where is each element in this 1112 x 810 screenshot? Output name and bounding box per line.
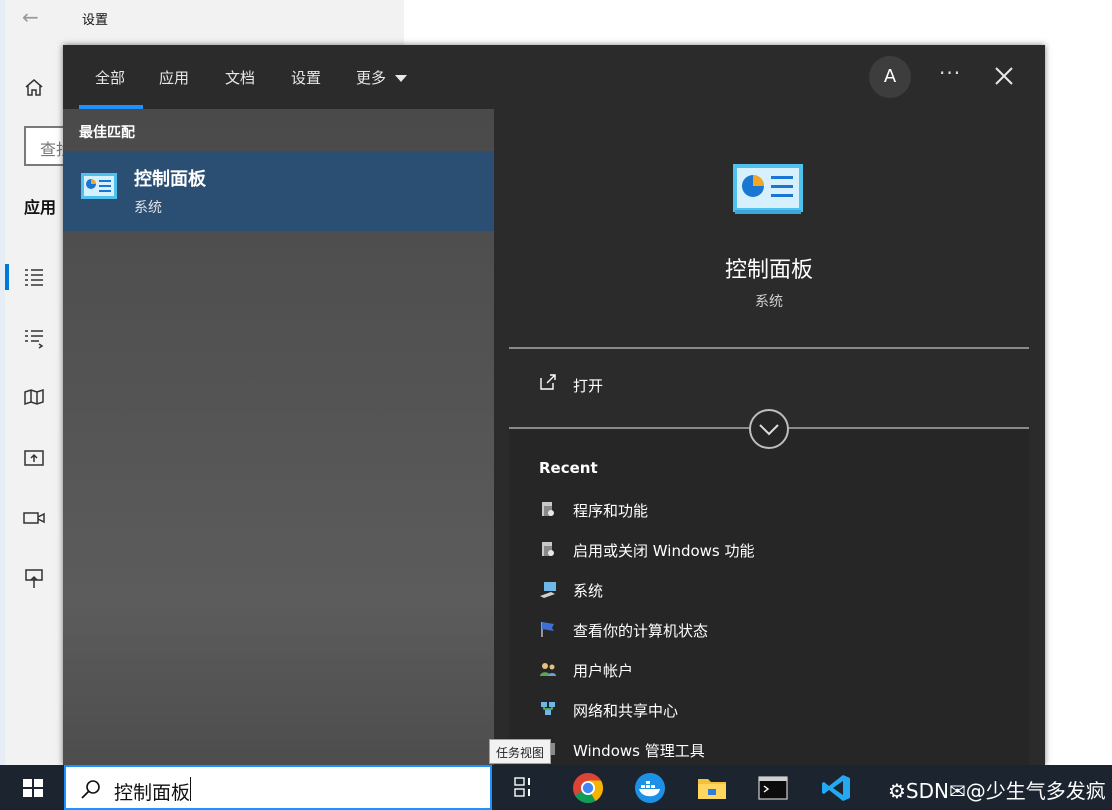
video-playback-icon[interactable] — [22, 506, 46, 530]
recent-item[interactable]: 启用或关闭 Windows 功能 — [539, 538, 1019, 562]
search-icon — [81, 780, 100, 799]
search-tab-bar: 全部 应用 文档 设置 更多 A ··· — [63, 45, 1045, 109]
best-match-heading: 最佳匹配 — [79, 125, 135, 141]
recent-item-label: 查看你的计算机状态 — [573, 622, 709, 640]
offline-maps-icon[interactable] — [22, 386, 46, 410]
tab-apps[interactable]: 应用 — [159, 67, 189, 88]
startup-icon[interactable] — [22, 566, 46, 590]
chrome-icon — [573, 773, 604, 804]
tab-documents[interactable]: 文档 — [225, 67, 255, 88]
task-view-tooltip: 任务视图 — [489, 739, 552, 764]
search-panel: 全部 应用 文档 设置 更多 A ··· 最佳匹配 控制面板 系统 控制面板 系… — [63, 45, 1045, 765]
recent-item[interactable]: 查看你的计算机状态 — [539, 618, 1019, 642]
recent-item[interactable]: 程序和功能 — [539, 498, 1019, 522]
detail-category: 系统 — [755, 294, 783, 310]
settings-section-title: 应用 — [24, 198, 57, 217]
chevron-down-icon — [394, 74, 407, 82]
programs-icon — [542, 502, 554, 516]
back-arrow-icon[interactable]: ← — [22, 5, 39, 29]
file-explorer-taskbar-button[interactable] — [682, 765, 742, 810]
recent-item[interactable]: 系统 — [539, 578, 1019, 602]
window-edge — [0, 0, 5, 765]
detail-title: 控制面板 — [724, 258, 813, 283]
expand-button[interactable] — [749, 409, 789, 449]
tab-more-label: 更多 — [356, 69, 387, 87]
settings-title: 设置 — [82, 13, 109, 28]
recent-item-label: 用户帐户 — [573, 662, 634, 680]
open-external-icon — [540, 374, 556, 390]
recent-item[interactable]: 网络和共享中心 — [539, 698, 1019, 722]
tray-watermark-text: ⚙SDN✉@少生气多发疯 — [888, 779, 1106, 803]
close-icon[interactable] — [991, 63, 1017, 89]
chrome-taskbar-button[interactable] — [558, 765, 618, 810]
task-view-button[interactable] — [494, 765, 554, 810]
docker-taskbar-button[interactable] — [620, 765, 680, 810]
open-label: 打开 — [573, 377, 604, 395]
terminal-icon — [758, 776, 788, 800]
recent-heading: Recent — [539, 459, 598, 477]
recent-item-label: 系统 — [573, 582, 604, 600]
system-icon — [540, 582, 556, 598]
recent-item-label: 网络和共享中心 — [573, 702, 679, 720]
vscode-taskbar-button[interactable] — [806, 765, 866, 810]
search-query: 控制面板 — [114, 782, 191, 804]
recent-item[interactable]: 用户帐户 — [539, 658, 1019, 682]
network-icon — [541, 702, 555, 715]
taskbar-search-input[interactable]: 控制面板 — [64, 765, 492, 810]
apps-for-websites-icon[interactable] — [22, 446, 46, 470]
control-panel-icon — [81, 173, 117, 199]
taskbar: 控制面板 ⚙SDN✉@少生气多发疯 — [0, 765, 1112, 810]
best-match-item[interactable]: 控制面板 系统 — [63, 151, 494, 231]
folder-icon — [698, 779, 726, 799]
recent-item-label: Windows 管理工具 — [573, 742, 705, 760]
recent-item-label: 程序和功能 — [573, 502, 649, 520]
more-options-icon[interactable]: ··· — [939, 61, 961, 85]
tab-all[interactable]: 全部 — [95, 67, 125, 88]
best-match-category: 系统 — [134, 200, 162, 216]
tab-settings[interactable]: 设置 — [291, 67, 321, 88]
nav-active-indicator — [5, 264, 9, 290]
results-pane: 最佳匹配 控制面板 系统 — [63, 109, 494, 765]
detail-pane: 控制面板 系统 打开 Recent 程序和功能 启用或关闭 Windows 功能… — [509, 126, 1029, 765]
windows-features-icon — [542, 542, 554, 556]
account-avatar[interactable]: A — [869, 56, 911, 98]
control-panel-large-icon — [733, 164, 803, 214]
detail-header: 控制面板 系统 — [509, 126, 1029, 347]
windows-start-icon[interactable] — [4, 765, 62, 810]
security-flag-icon — [541, 622, 554, 637]
chevron-down-icon — [759, 424, 779, 436]
vscode-icon — [822, 775, 850, 801]
docker-icon — [635, 773, 665, 803]
terminal-taskbar-button[interactable] — [743, 765, 803, 810]
user-accounts-icon — [540, 663, 556, 676]
text-caret — [190, 777, 191, 801]
default-apps-icon[interactable] — [22, 326, 46, 350]
tab-more[interactable]: 更多 — [356, 67, 407, 88]
best-match-name: 控制面板 — [134, 169, 206, 190]
home-icon[interactable] — [22, 76, 46, 100]
recent-item[interactable]: Windows 管理工具 — [539, 738, 1019, 762]
apps-features-icon[interactable] — [22, 265, 46, 289]
recent-item-label: 启用或关闭 Windows 功能 — [573, 542, 755, 560]
task-view-icon — [514, 777, 530, 797]
